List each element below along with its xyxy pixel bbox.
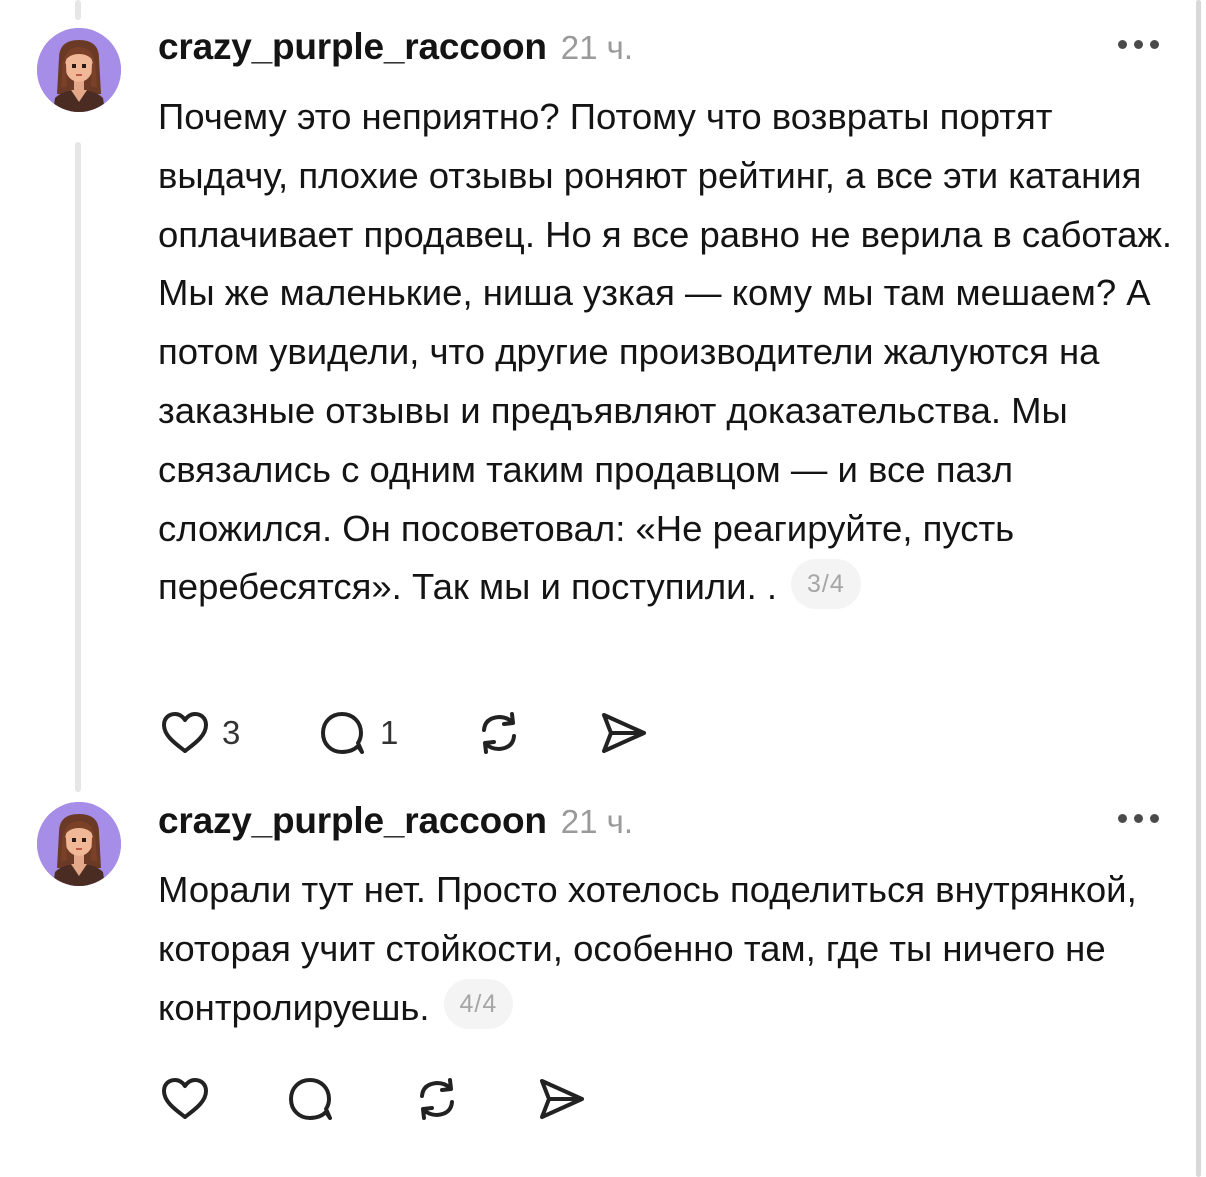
thread-connector-line	[75, 142, 81, 792]
avatar-image	[37, 28, 121, 112]
scrollbar[interactable]	[1192, 0, 1206, 1177]
heart-icon	[162, 712, 208, 753]
share-icon	[540, 1079, 584, 1119]
username-link[interactable]: crazy_purple_raccoon	[158, 800, 547, 842]
post-timestamp: 21 ч.	[560, 803, 634, 840]
heart-icon	[162, 1078, 208, 1119]
comment-icon	[321, 712, 364, 754]
repost-icon	[482, 712, 516, 754]
post-header: crazy_purple_raccoon 21 ч.	[158, 800, 633, 844]
post-body: Морали тут нет. Просто хотелось поделить…	[158, 869, 1137, 1028]
post-text: Почему это неприятно? Потому что возврат…	[158, 88, 1183, 617]
avatar[interactable]	[37, 28, 121, 112]
repost-icon	[420, 1078, 454, 1120]
thread-counter-badge: 4/4	[443, 978, 514, 1029]
reply-button[interactable]	[284, 1072, 338, 1126]
like-button[interactable]	[158, 1072, 212, 1126]
like-button[interactable]: 3	[158, 706, 240, 760]
avatar[interactable]	[37, 802, 121, 886]
post-header: crazy_purple_raccoon 21 ч.	[158, 26, 633, 70]
avatar-image	[37, 802, 121, 886]
share-button[interactable]	[596, 706, 650, 760]
post-timestamp: 21 ч.	[560, 29, 634, 66]
post-body: Почему это неприятно? Потому что возврат…	[158, 96, 1173, 608]
share-icon	[602, 713, 646, 753]
more-options-icon[interactable]	[1118, 40, 1159, 49]
reply-button[interactable]: 1	[316, 706, 398, 760]
thread-counter-badge: 3/4	[791, 558, 861, 609]
more-options-icon[interactable]	[1118, 814, 1159, 823]
share-button[interactable]	[534, 1072, 588, 1126]
username-link[interactable]: crazy_purple_raccoon	[158, 26, 547, 68]
comment-icon	[289, 1078, 332, 1120]
like-count: 3	[222, 714, 241, 751]
repost-button[interactable]	[472, 706, 526, 760]
reply-count: 1	[380, 714, 399, 751]
post-text: Морали тут нет. Просто хотелось поделить…	[158, 861, 1183, 1037]
repost-button[interactable]	[410, 1072, 464, 1126]
scrollbar-thumb[interactable]	[1196, 0, 1201, 1177]
thread-connector-line	[75, 0, 81, 20]
